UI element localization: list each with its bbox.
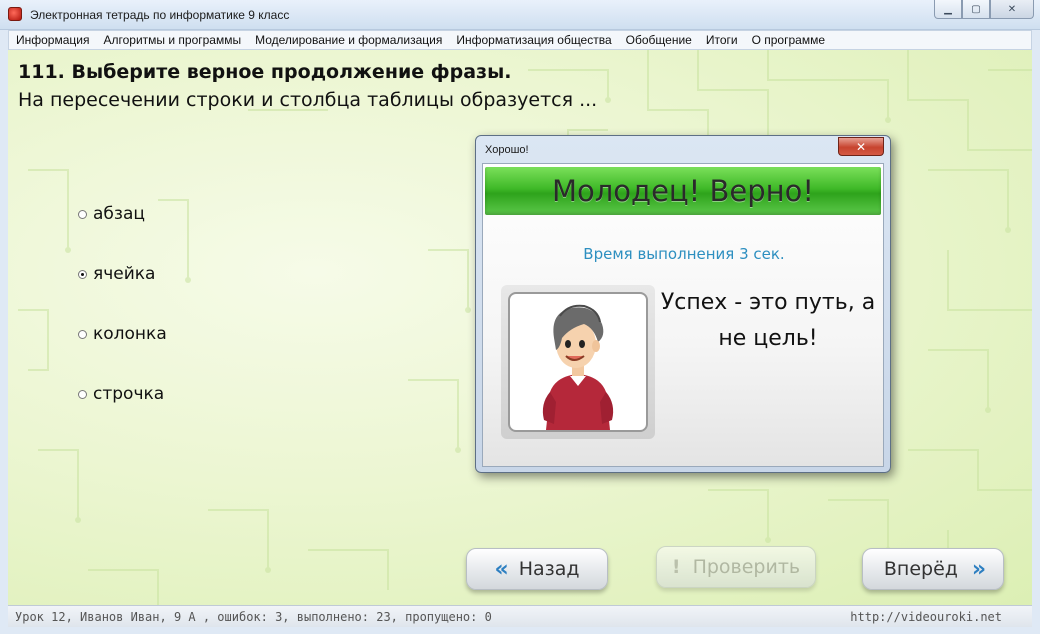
back-label: Назад: [518, 558, 580, 580]
window-title: Электронная тетрадь по информатике 9 кла…: [30, 8, 290, 22]
answer-option-2[interactable]: ячейка: [78, 264, 155, 284]
quote-line-2: не цель!: [718, 326, 818, 351]
cartoon-person-image: [542, 304, 614, 430]
menu-item-informatization[interactable]: Информатизация общества: [449, 33, 618, 47]
maximize-button[interactable]: ▢: [962, 0, 990, 19]
double-chevron-right-icon: »: [971, 556, 986, 582]
cartoon-person-icon: [508, 292, 648, 432]
dialog-body: Молодец! Верно! Время выполнения 3 сек.: [482, 163, 884, 467]
completion-time: Время выполнения 3 сек.: [583, 245, 785, 263]
answer-option-4[interactable]: строчка: [78, 384, 164, 404]
dialog-close-button[interactable]: ✕: [838, 137, 884, 156]
close-button[interactable]: ✕: [990, 0, 1034, 19]
status-text: Урок 12, Иванов Иван, 9 А , ошибок: 3, в…: [15, 610, 492, 624]
radio-button-selected[interactable]: [78, 269, 87, 279]
app-icon: [8, 7, 22, 21]
answer-label: ячейка: [93, 264, 156, 284]
check-button[interactable]: ! Проверить: [656, 546, 816, 588]
status-bar: Урок 12, Иванов Иван, 9 А , ошибок: 3, в…: [8, 605, 1032, 627]
double-chevron-left-icon: «: [494, 556, 508, 582]
motivational-quote: Успех - это путь, а не цель!: [655, 285, 881, 357]
menu-item-summary[interactable]: Обобщение: [619, 33, 699, 47]
answer-label: колонка: [93, 324, 167, 344]
forward-button[interactable]: Вперёд »: [862, 548, 1004, 590]
menu-item-info[interactable]: Информация: [9, 33, 96, 47]
answer-option-1[interactable]: абзац: [78, 204, 145, 224]
check-label: Проверить: [692, 556, 801, 578]
title-bar: Электронная тетрадь по информатике 9 кла…: [0, 0, 1040, 30]
menu-item-about[interactable]: О программе: [745, 33, 832, 47]
quote-line-1: Успех - это путь, а: [660, 290, 876, 315]
radio-button[interactable]: [78, 389, 87, 399]
radio-button[interactable]: [78, 209, 87, 219]
success-banner: Молодец! Верно!: [485, 167, 881, 215]
menu-item-algorithms[interactable]: Алгоритмы и программы: [96, 33, 248, 47]
result-dialog: Хорошо! ✕ Молодец! Верно! Время выполнен…: [475, 135, 891, 473]
website-link[interactable]: http://videouroki.net: [850, 610, 1002, 624]
avatar: [501, 285, 655, 439]
exclamation-icon: !: [671, 556, 681, 578]
radio-button[interactable]: [78, 329, 87, 339]
menu-item-modeling[interactable]: Моделирование и формализация: [248, 33, 449, 47]
question-title: 111. Выберите верное продолжение фразы.: [18, 61, 512, 83]
menu-item-results[interactable]: Итоги: [699, 33, 745, 47]
answer-option-3[interactable]: колонка: [78, 324, 167, 344]
question-text: На пересечении строки и столбца таблицы …: [18, 89, 598, 111]
minimize-button[interactable]: ▁: [934, 0, 962, 19]
forward-label: Вперёд: [883, 558, 958, 580]
back-button[interactable]: « Назад: [466, 548, 608, 590]
dialog-title: Хорошо!: [485, 144, 529, 156]
answer-label: абзац: [93, 204, 145, 224]
answer-label: строчка: [93, 384, 165, 404]
window-controls: ▁ ▢ ✕: [934, 0, 1034, 20]
menu-bar: Информация Алгоритмы и программы Моделир…: [8, 30, 1032, 50]
